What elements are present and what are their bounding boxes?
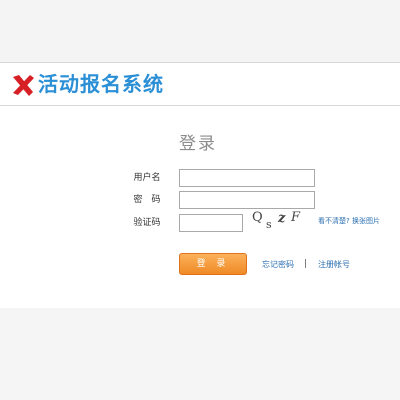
captcha-input[interactable] xyxy=(179,214,243,232)
top-background xyxy=(0,0,400,62)
refresh-captcha-link[interactable]: 看不清楚? 换张图片 xyxy=(318,216,380,226)
link-separator: | xyxy=(304,259,308,269)
captcha-char: Q xyxy=(252,210,263,225)
header-bar: 活动报名系统 xyxy=(0,62,400,106)
captcha-char: z xyxy=(278,211,286,226)
login-button[interactable]: 登 录 xyxy=(179,253,247,275)
captcha-char: F xyxy=(291,210,301,225)
username-label: 用户名 xyxy=(133,173,161,183)
captcha-label: 验证码 xyxy=(133,218,161,228)
username-input[interactable] xyxy=(179,169,315,187)
site-title: 活动报名系统 xyxy=(38,72,164,96)
captcha-image[interactable]: Q s z F xyxy=(250,210,300,232)
register-link[interactable]: 注册帐号 xyxy=(318,259,350,270)
login-panel: 登录 用户名 密 码 验证码 Q s z F 看不清楚? 换张图片 登 录 忘记… xyxy=(0,106,400,308)
footer-background xyxy=(0,308,400,400)
x-mark-icon xyxy=(13,75,34,96)
login-title: 登录 xyxy=(179,134,217,154)
password-label: 密 码 xyxy=(133,195,161,205)
password-input[interactable] xyxy=(179,191,315,209)
captcha-char: s xyxy=(266,218,272,231)
forgot-password-link[interactable]: 忘记密码 xyxy=(262,259,294,270)
